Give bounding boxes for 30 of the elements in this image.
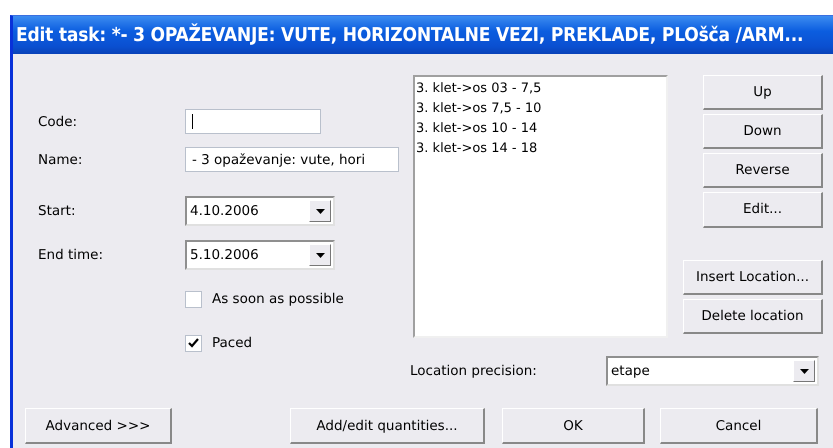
location-button[interactable]: Insert Location... bbox=[683, 260, 823, 295]
checkbox[interactable] bbox=[185, 334, 202, 352]
text-field[interactable] bbox=[185, 109, 321, 134]
list-button[interactable]: Reverse bbox=[703, 153, 823, 188]
list-button[interactable]: Edit... bbox=[703, 192, 823, 228]
dialog-button[interactable]: OK bbox=[502, 408, 645, 444]
location-item[interactable]: 3. klet->os 7,5 - 10 bbox=[416, 99, 665, 119]
field-label: Name: bbox=[38, 152, 84, 168]
date-dropdown[interactable]: 5.10.2006 bbox=[185, 240, 335, 270]
field-label: End time: bbox=[38, 247, 104, 263]
location-item[interactable]: 3. klet->os 10 - 14 bbox=[416, 119, 665, 139]
list-button[interactable]: Up bbox=[703, 75, 823, 110]
checkbox[interactable] bbox=[185, 290, 202, 308]
location-item[interactable]: 3. klet->os 14 - 18 bbox=[416, 139, 665, 159]
precision-dropdown[interactable]: etape bbox=[606, 356, 819, 386]
location-button[interactable]: Delete location bbox=[683, 298, 823, 334]
date-dropdown[interactable]: 4.10.2006 bbox=[185, 196, 335, 226]
list-button[interactable]: Down bbox=[703, 114, 823, 150]
location-item[interactable]: 3. klet->os 03 - 7,5 bbox=[416, 79, 665, 99]
location-list[interactable]: 3. klet->os 03 - 7,5 3. klet->os 7,5 - 10 3. klet->os 10 - 14 3. klet->os 14 - 18 bbox=[413, 75, 668, 338]
field-label: Code: bbox=[38, 114, 78, 130]
window-title: Edit task: *- 3 OPAŽEVANJE: VUTE, HORIZONTALNE VEZI, PREKLADE, PLOšča /ARM... bbox=[16, 24, 804, 46]
checkbox-label[interactable]: Paced bbox=[212, 335, 252, 351]
dialog-button[interactable]: Add/edit quantities... bbox=[290, 408, 485, 444]
checkbox-label[interactable]: As soon as possible bbox=[212, 291, 344, 307]
precision-label: Location precision: bbox=[410, 363, 538, 379]
text-field[interactable]: - 3 opaževanje: vute, hori bbox=[185, 147, 399, 172]
field-label: Start: bbox=[38, 203, 77, 219]
dialog-button[interactable]: Advanced >>> bbox=[25, 408, 172, 444]
dialog-button[interactable]: Cancel bbox=[660, 408, 818, 444]
